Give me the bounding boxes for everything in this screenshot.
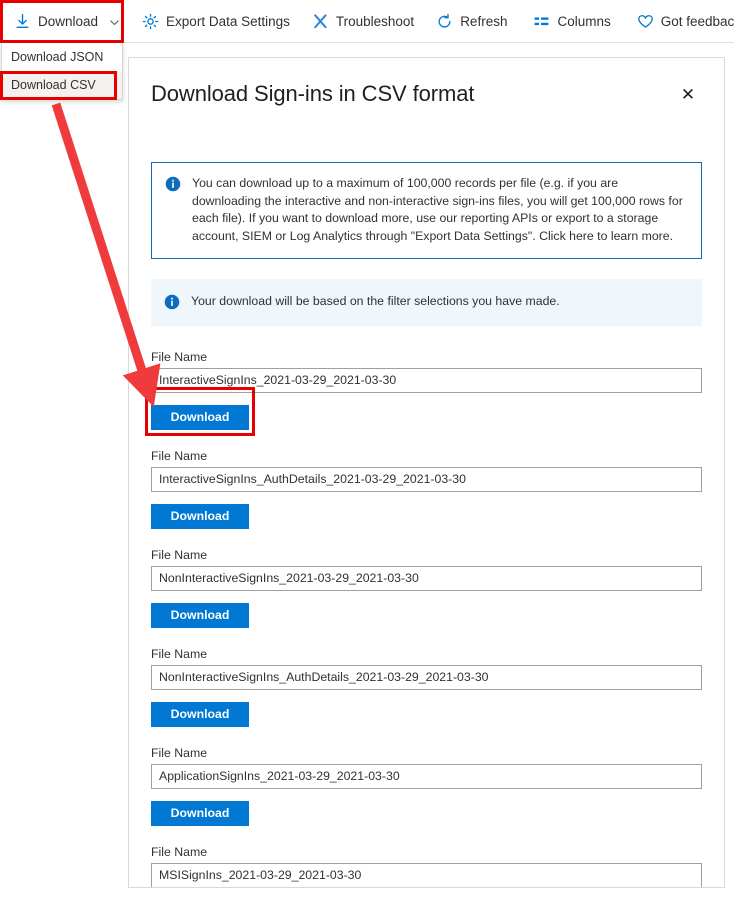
toolbar-button-export-data-settings[interactable]: Export Data Settings xyxy=(131,0,301,43)
toolbar-button-troubleshoot[interactable]: Troubleshoot xyxy=(301,0,425,43)
file-name-input[interactable] xyxy=(151,862,702,887)
panel-header: Download Sign-ins in CSV format ✕ xyxy=(129,58,724,108)
info-banner-records-limit: You can download up to a maximum of 100,… xyxy=(151,162,702,259)
file-name-label: File Name xyxy=(151,646,208,661)
file-name-input[interactable] xyxy=(151,763,702,789)
download-button[interactable]: Download xyxy=(151,404,249,430)
download-icon xyxy=(14,13,31,30)
file-name-label: File Name xyxy=(151,547,208,562)
file-name-label: File Name xyxy=(151,844,208,859)
gear-icon xyxy=(142,13,159,30)
panel-body: You can download up to a maximum of 100,… xyxy=(129,162,724,887)
file-name-input[interactable] xyxy=(151,466,702,492)
file-download-row: File Name Download xyxy=(151,647,702,727)
info-banner-text: You can download up to a maximum of 100,… xyxy=(192,176,683,243)
toolbar-label-troubleshoot: Troubleshoot xyxy=(335,13,415,29)
dropdown-item-download-json[interactable]: Download JSON xyxy=(2,43,122,71)
info-banner-text: Your download will be based on the filte… xyxy=(191,294,560,308)
file-name-label: File Name xyxy=(151,745,208,760)
heart-icon xyxy=(637,13,654,30)
refresh-icon xyxy=(436,13,453,30)
command-toolbar: Download Export Data Settings Troublesho… xyxy=(0,0,734,43)
file-download-row: File Name Download xyxy=(151,548,702,628)
file-download-row: File Name Download xyxy=(151,844,702,887)
wrench-icon xyxy=(312,13,329,30)
toolbar-button-got-feedback[interactable]: Got feedback? xyxy=(626,0,734,43)
download-panel: Download Sign-ins in CSV format ✕ You ca… xyxy=(128,57,725,888)
page-title: Download Sign-ins in CSV format xyxy=(151,81,475,106)
toolbar-button-refresh[interactable]: Refresh xyxy=(425,0,518,43)
columns-icon xyxy=(533,13,550,30)
toolbar-label-got-feedback: Got feedback? xyxy=(660,13,734,29)
download-button[interactable]: Download xyxy=(151,800,249,826)
download-button[interactable]: Download xyxy=(151,602,249,628)
screenshot-root: Download Export Data Settings Troublesho… xyxy=(0,0,734,900)
dropdown-label-download-csv: Download CSV xyxy=(11,78,96,92)
download-button[interactable]: Download xyxy=(151,503,249,529)
info-banner-filter-selection: Your download will be based on the filte… xyxy=(151,279,702,326)
dropdown-item-download-csv[interactable]: Download CSV xyxy=(2,71,122,99)
file-download-row: File Name Download xyxy=(145,349,702,436)
toolbar-label-refresh: Refresh xyxy=(460,13,508,29)
download-dropdown-menu: Download JSON Download CSV xyxy=(1,43,123,100)
file-name-label: File Name xyxy=(151,349,208,364)
close-icon[interactable]: ✕ xyxy=(674,80,702,108)
toolbar-label-columns: Columns xyxy=(557,13,611,29)
dropdown-label-download-json: Download JSON xyxy=(11,50,104,64)
download-button-wrapper: Download xyxy=(145,386,255,436)
file-name-input[interactable] xyxy=(151,565,702,591)
toolbar-button-download[interactable]: Download xyxy=(0,0,131,43)
file-download-row: File Name Download xyxy=(151,449,702,529)
toolbar-label-download: Download xyxy=(38,13,99,29)
file-name-input[interactable] xyxy=(151,367,702,393)
info-icon xyxy=(165,176,181,192)
info-icon xyxy=(164,294,180,310)
download-button[interactable]: Download xyxy=(151,701,249,727)
toolbar-button-columns[interactable]: Columns xyxy=(522,0,621,43)
file-name-label: File Name xyxy=(151,448,208,463)
file-download-row: File Name Download xyxy=(151,746,702,826)
chevron-down-icon xyxy=(109,16,120,27)
toolbar-label-export-data-settings: Export Data Settings xyxy=(166,13,290,29)
file-name-input[interactable] xyxy=(151,664,702,690)
